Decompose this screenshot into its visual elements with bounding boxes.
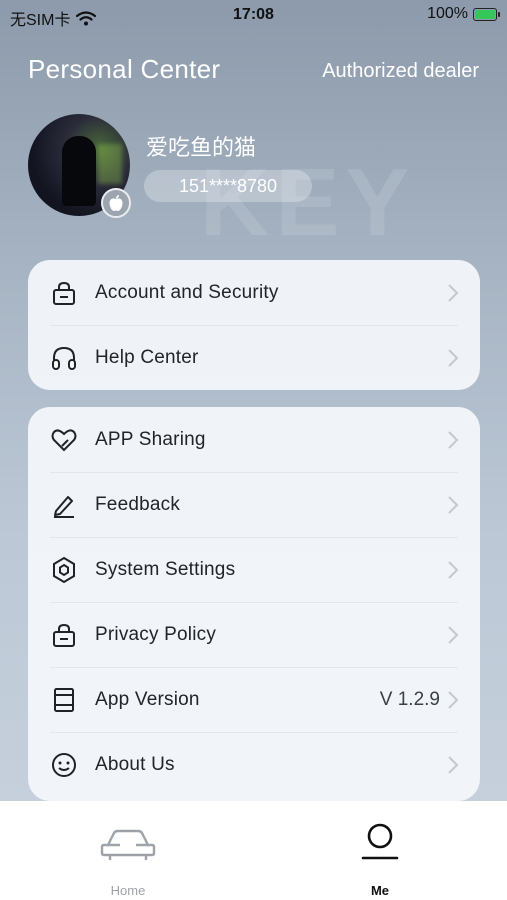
tab-me-label: Me: [370, 883, 390, 898]
menu-item-feedback[interactable]: Feedback: [28, 472, 480, 537]
chevron-right-icon: [448, 691, 459, 709]
status-bar: 无SIM卡 17:08 100%: [0, 0, 507, 30]
menu-item-label: App Version: [95, 688, 200, 710]
chevron-right-icon: [448, 284, 459, 302]
menu-item-system-settings[interactable]: System Settings: [28, 537, 480, 602]
tab-me[interactable]: Me: [305, 801, 455, 900]
menu-item-label: Feedback: [95, 493, 181, 515]
chevron-right-icon: [448, 756, 459, 774]
menu-item-label: Help Center: [95, 346, 199, 368]
heart-icon: [50, 426, 78, 454]
menu-item-privacy-policy[interactable]: Privacy Policy: [28, 602, 480, 667]
user-icon: [361, 823, 399, 860]
authorized-dealer-link[interactable]: Authorized dealer: [322, 60, 479, 83]
tab-home-label: Home: [110, 883, 146, 898]
menu-item-label: Privacy Policy: [95, 623, 217, 645]
hexagon-settings-icon: [50, 556, 78, 584]
username: 爱吃鱼的猫: [146, 136, 257, 161]
car-icon: [100, 829, 156, 860]
chevron-right-icon: [448, 431, 459, 449]
chevron-right-icon: [448, 349, 459, 367]
brand-watermark: KEY: [200, 149, 416, 256]
headphones-icon: [50, 344, 78, 372]
menu-item-app-sharing[interactable]: APP Sharing: [28, 407, 480, 472]
page-title: Personal Center: [28, 54, 221, 84]
menu-item-label: APP Sharing: [95, 428, 206, 450]
lock-icon: [50, 621, 78, 649]
menu-item-label: About Us: [95, 753, 175, 775]
tab-bar: Home Me: [0, 801, 507, 900]
menu-item-label: System Settings: [95, 558, 236, 580]
phone-number: 151****8780: [144, 170, 312, 202]
menu-item-about-us[interactable]: About Us: [28, 732, 480, 797]
app-version-value: V 1.2.9: [379, 688, 440, 710]
menu-item-account-security[interactable]: Account and Security: [28, 260, 480, 325]
chevron-right-icon: [448, 561, 459, 579]
apple-icon: [101, 188, 131, 218]
tab-home[interactable]: Home: [53, 801, 203, 900]
menu-card-general: APP Sharing Feedback System Settings Pri…: [28, 407, 480, 801]
battery-percent: 100%: [427, 5, 468, 22]
chevron-right-icon: [448, 626, 459, 644]
battery-status: 100%: [427, 5, 500, 23]
pencil-icon: [50, 491, 78, 519]
menu-item-app-version[interactable]: App Version V 1.2.9: [28, 667, 480, 732]
lock-icon: [50, 279, 78, 307]
menu-item-help-center[interactable]: Help Center: [28, 325, 480, 390]
document-icon: [50, 686, 78, 714]
menu-card-account: Account and Security Help Center: [28, 260, 480, 390]
menu-item-label: Account and Security: [95, 281, 279, 303]
battery-icon: [473, 7, 500, 21]
chevron-right-icon: [448, 496, 459, 514]
smiley-icon: [50, 751, 78, 779]
